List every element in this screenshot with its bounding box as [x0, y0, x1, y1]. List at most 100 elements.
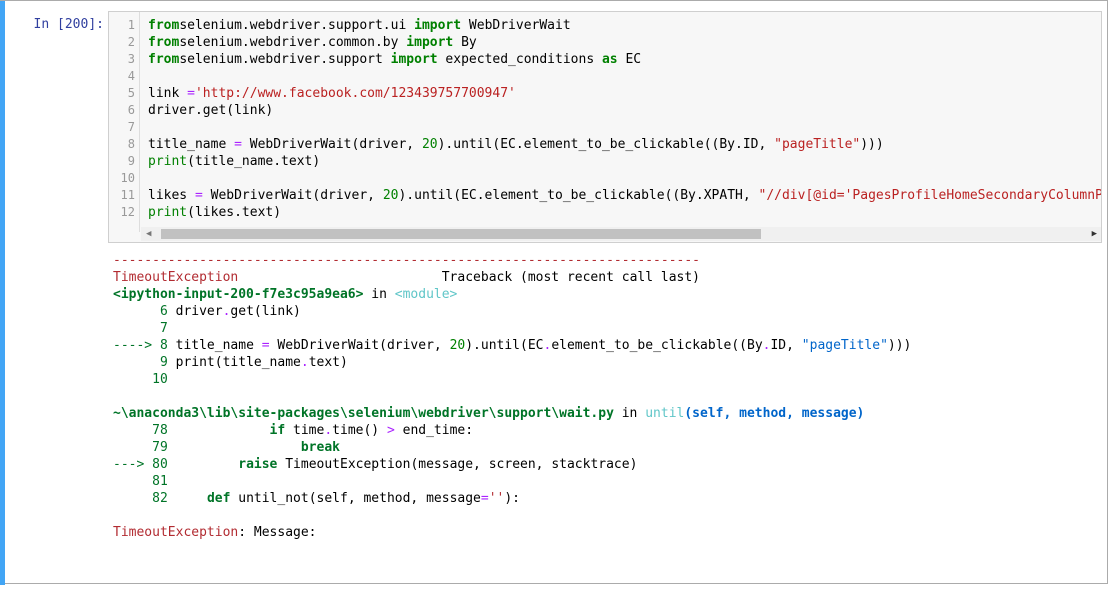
traceback-token: ----------------------------------------… — [113, 253, 700, 268]
traceback-token: TimeoutException — [113, 525, 239, 540]
traceback-line: 6 driver.get(link) — [113, 303, 1103, 320]
traceback-token: until — [645, 406, 685, 421]
traceback-token — [168, 491, 207, 506]
line-number: 11 — [120, 188, 135, 202]
code-token: ).until(EC.element_to_be_clickable((By.X… — [398, 188, 759, 203]
traceback-line: TimeoutException: Message: — [113, 524, 1103, 541]
line-number: 2 — [127, 35, 135, 49]
traceback-token: (self, method, message) — [684, 406, 865, 421]
traceback-token: 6 — [113, 304, 168, 319]
code-token: print — [148, 154, 188, 169]
traceback-token: raise — [238, 457, 278, 472]
traceback-token: 78 — [113, 423, 168, 438]
code-token: ).until(EC.element_to_be_clickable((By.I… — [437, 137, 775, 152]
traceback-token: ))) — [887, 338, 912, 353]
traceback-token: if — [269, 423, 286, 438]
code-token: from — [148, 52, 180, 67]
code-cell[interactable]: In [200]: 1 2 3 4 5 6 7 8 9 10 11 12 fromselenium.w… — [0, 0, 1108, 585]
traceback-token: get — [230, 304, 254, 319]
line-number: 4 — [127, 69, 135, 83]
code-line: driver.get(link) — [148, 102, 1101, 119]
code-token: selenium.webdriver.support — [179, 52, 391, 67]
traceback-token: ).until(EC — [465, 338, 544, 353]
line-number: 12 — [120, 205, 135, 219]
code-token: title_name — [148, 137, 235, 152]
code-token: link — [148, 86, 188, 101]
code-text[interactable]: from selenium.webdriver.support.ui import… — [148, 17, 1102, 221]
code-token: = — [187, 86, 195, 101]
traceback-line: 78 if time.time() > end_time: — [113, 422, 1103, 439]
traceback-token: title_name — [167, 338, 262, 353]
traceback-token: "pageTitle" — [801, 338, 888, 353]
code-token: 20 — [421, 137, 438, 152]
traceback-token — [168, 457, 238, 472]
scroll-left-icon[interactable]: ◀ — [146, 227, 151, 241]
traceback-line: 81 — [113, 473, 1103, 490]
code-token: driver.get(link) — [148, 103, 274, 118]
code-token: EC — [617, 52, 642, 67]
line-number: 9 — [127, 154, 135, 168]
code-token: WebDriverWait(driver, — [202, 188, 383, 203]
traceback-token: in — [363, 287, 395, 302]
traceback-token: WebDriverWait(driver, — [269, 338, 450, 353]
cell-output-traceback: ----------------------------------------… — [113, 252, 1103, 541]
code-line: fromselenium.webdriver.common.by import … — [148, 34, 1101, 51]
code-token: selenium.webdriver.common.by — [179, 35, 407, 50]
traceback-line: 10 — [113, 371, 1103, 388]
traceback-token: : Message: — [238, 525, 317, 540]
line-number: 1 — [127, 18, 135, 32]
traceback-token: until_not(self, method, message — [230, 491, 481, 506]
traceback-token: 7 — [113, 321, 168, 336]
traceback-token: print(title_name — [167, 355, 301, 370]
traceback-line: 82 def until_not(self, method, message='… — [113, 490, 1103, 507]
traceback-line: 79 break — [113, 439, 1103, 456]
code-line: print(likes.text) — [148, 204, 1101, 221]
traceback-token: end_time: — [394, 423, 474, 438]
code-editor[interactable]: 1 2 3 4 5 6 7 8 9 10 11 12 fromselenium.webdriver.s… — [108, 11, 1102, 243]
traceback-token: (link) — [253, 304, 301, 319]
line-number-gutter: 1 2 3 4 5 6 7 8 9 10 11 12 — [109, 12, 140, 232]
code-token: = — [194, 188, 203, 203]
traceback-token: <module> — [394, 287, 458, 302]
line-number: 8 — [127, 137, 135, 151]
traceback-token: = — [261, 338, 270, 353]
traceback-line: 7 — [113, 320, 1103, 337]
traceback-token: 9 — [113, 355, 168, 370]
input-prompt: In [200]: — [33, 17, 104, 32]
code-line: fromselenium.webdriver.support import ex… — [148, 51, 1101, 68]
code-token: selenium.webdriver.support.ui — [179, 18, 415, 33]
traceback-line — [113, 507, 1103, 524]
line-number: 10 — [120, 171, 135, 185]
scrollbar-thumb[interactable] — [161, 229, 761, 239]
code-token: as — [601, 52, 618, 67]
traceback-token: element_to_be_clickable((By — [551, 338, 763, 353]
code-token: (title_name.text) — [187, 154, 321, 169]
horizontal-scrollbar[interactable]: ◀ ▶ — [141, 227, 1101, 241]
traceback-token: ID, — [770, 338, 802, 353]
code-token: WebDriverWait(driver, — [241, 137, 422, 152]
traceback-token: ---> 80 — [113, 457, 168, 472]
traceback-token: '' — [488, 491, 505, 506]
traceback-token: . — [324, 423, 333, 438]
code-line: fromselenium.webdriver.support.ui import… — [148, 17, 1101, 34]
traceback-token: 20 — [449, 338, 466, 353]
code-token: = — [234, 137, 242, 152]
traceback-token: text) — [308, 355, 348, 370]
code-token: import — [390, 52, 438, 67]
traceback-line: 9 print(title_name.text) — [113, 354, 1103, 371]
scroll-right-icon[interactable]: ▶ — [1092, 227, 1097, 241]
code-line: print(title_name.text) — [148, 153, 1101, 170]
traceback-token: ----> 8 — [113, 338, 168, 353]
traceback-token: def — [206, 491, 231, 506]
traceback-token — [168, 423, 270, 438]
code-token: WebDriverWait — [461, 18, 571, 33]
code-token: likes — [148, 188, 195, 203]
code-token: "//div[@id='PagesProfileHomeSecondaryCol… — [758, 188, 1102, 203]
line-number: 5 — [127, 86, 135, 100]
cell-selected-indicator — [0, 1, 5, 585]
traceback-token — [168, 440, 301, 455]
traceback-line — [113, 388, 1103, 405]
